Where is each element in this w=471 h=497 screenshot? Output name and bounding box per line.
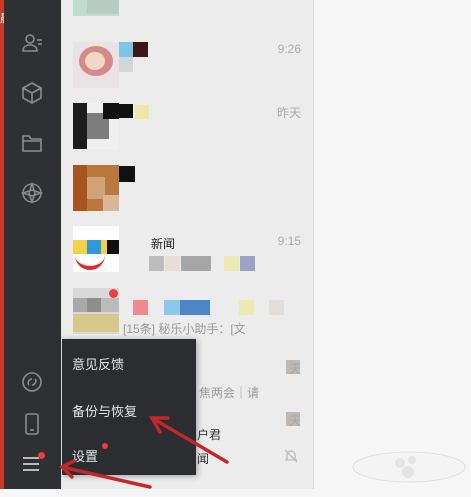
watermark-logo	[352, 451, 466, 483]
bottom-strip	[0, 489, 471, 497]
arrow-to-menu	[59, 459, 152, 489]
annotation-arrows	[59, 416, 229, 489]
arrow-to-backup	[148, 416, 229, 464]
